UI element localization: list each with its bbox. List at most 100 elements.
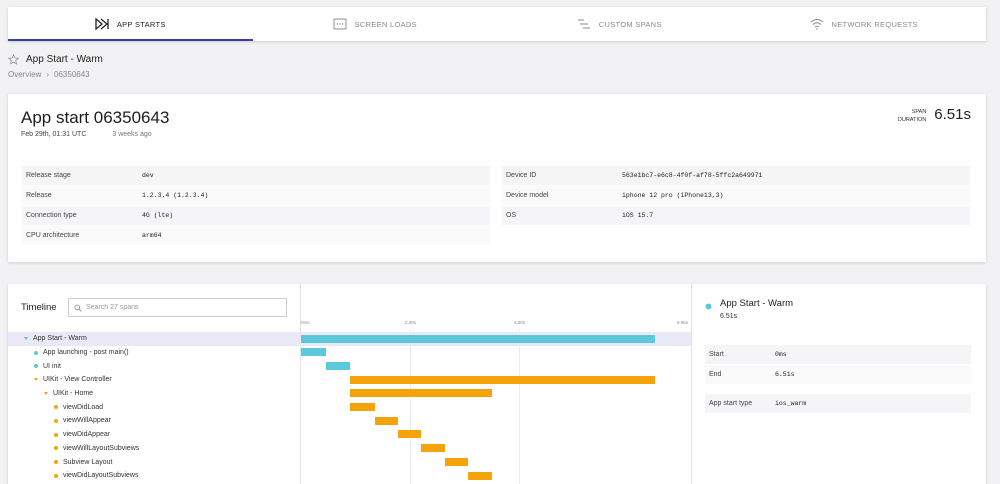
span-dot-icon [54,460,58,465]
expand-caret-icon[interactable] [44,392,48,396]
expand-caret-icon[interactable] [24,337,28,341]
detail-value: ios_warm [775,400,807,407]
span-label: App launching - post main() [43,349,129,357]
summary-card: App start 06350643 Feb 29th, 01:31 UTC 3… [8,94,986,262]
spans-icon [577,19,590,29]
attribute-key: Release [26,192,52,199]
attributes-left: Release stage dev Release 1.2.3.4 (1.2.3.4… [22,166,490,246]
attribute-row: Connection type 4G (lte) [22,206,490,226]
screen-icon [333,18,347,30]
span-label: UIKit - Home [53,390,94,398]
breadcrumb-separator: › [46,70,50,79]
attribute-row: OS iOS 15.7 [502,206,970,226]
span-bar[interactable] [397,430,422,439]
span-label: Subview Layout [63,458,113,466]
span-bar[interactable] [350,375,656,384]
span-bar[interactable] [301,348,326,357]
span-search [68,298,287,317]
attribute-value: iOS 15.7 [622,212,654,219]
timeline-title: Timeline [21,302,57,313]
attribute-key: Device ID [506,172,537,179]
tab-label: CUSTOM SPANS [598,19,662,29]
span-row[interactable]: viewDidAppear [8,428,301,442]
attribute-row: CPU architecture arm64 [22,226,490,246]
summary-title: App start 06350643 [21,108,170,127]
span-bar[interactable] [325,361,350,370]
detail-row: Start 0ms [705,345,971,365]
tab-app-starts[interactable]: APP STARTS [8,7,253,41]
span-bar[interactable] [350,403,375,411]
span-dot-icon [54,446,58,451]
span-label: viewDidLayoutSubviews [63,472,139,480]
span-bar[interactable] [468,471,492,480]
span-row[interactable]: UIKit - View Controller [8,373,301,387]
duration-value: 6.51s [934,106,971,123]
attribute-value: 1.2.3.4 (1.2.3.4) [142,192,209,199]
breadcrumb-current: 06350643 [54,70,90,79]
duration-label-2: DURATION [897,117,927,123]
span-dot-icon [54,418,58,423]
span-bar[interactable] [444,457,469,466]
span-bar[interactable] [301,334,656,343]
attribute-key: Release stage [26,172,71,179]
tab-label: APP STARTS [116,19,166,29]
tick-label: 0ms [301,320,310,325]
tab-label: NETWORK REQUESTS [831,19,918,29]
span-bar[interactable] [421,444,445,453]
span-row[interactable]: viewWillAppear [8,414,301,428]
span-dot-icon [54,405,58,410]
attribute-key: CPU architecture [26,232,80,239]
span-duration: SPAN DURATION 6.51s [898,106,971,124]
detail-key: End [709,371,722,378]
span-row[interactable]: viewDidLayoutSubviews [8,469,301,483]
expand-caret-icon[interactable] [34,378,38,382]
attribute-row: Release 1.2.3.4 (1.2.3.4) [22,186,490,206]
detail-value: 6.51s [775,371,795,378]
span-row[interactable]: App launching - post main() [8,346,301,360]
tick-label: 6.95s [677,320,689,325]
attribute-row: Release stage dev [22,166,490,186]
attribute-row: Device model iphone 12 pro (iPhone13,3) [502,186,970,206]
span-bar[interactable] [350,389,492,398]
detail-attributes: App start type ios_warm [705,394,971,414]
span-row[interactable]: viewDidLoad [8,400,301,414]
page-title: App Start - Warm [26,54,103,65]
span-row[interactable]: UI init [8,359,301,373]
duration-label-1: SPAN [911,109,927,115]
span-row[interactable]: Subview Layout [8,455,301,469]
app-start-icon [95,18,109,30]
breadcrumb-overview[interactable]: Overview [8,70,41,79]
detail-title: App Start - Warm [720,298,794,309]
timeline-card: Timeline App Start - Warm App launching -… [8,284,986,484]
span-row[interactable]: UIKit - Home [8,387,301,401]
search-input[interactable] [86,304,276,311]
breadcrumb: Overview › 06350643 [8,70,103,79]
span-color-dot [705,303,712,310]
detail-row: End 6.51s [705,365,971,385]
tab-network-requests[interactable]: NETWORK REQUESTS [742,7,987,41]
star-icon[interactable] [8,54,19,65]
span-row[interactable]: App Start - Warm [8,332,301,346]
tick-label: 4.00s [514,320,526,325]
span-waterfall: 0ms 2.00s 4.00s 6.95s [301,284,691,484]
detail-duration: 6.51s [720,313,738,320]
attribute-key: Connection type [26,212,77,219]
attribute-value: arm64 [142,232,162,239]
span-bar[interactable] [374,416,398,425]
span-label: viewWillAppear [63,417,111,425]
tab-custom-spans[interactable]: CUSTOM SPANS [497,7,742,41]
tab-screen-loads[interactable]: SCREEN LOADS [253,7,498,41]
span-dot-icon [54,432,58,437]
detail-row: App start type ios_warm [705,394,971,414]
attribute-value: iphone 12 pro (iPhone13,3) [622,192,724,199]
page-header: App Start - Warm Overview › 06350643 [8,54,103,79]
span-label: UI init [43,362,61,370]
attribute-row: Device ID 563e1bc7-e6c8-4f0f-af78-5ffc2a6… [502,166,970,186]
attributes-right: Device ID 563e1bc7-e6c8-4f0f-af78-5ffc2a6… [502,166,970,226]
detail-key: App start type [709,400,753,407]
detail-timing: Start 0ms End 6.51s [705,345,971,385]
attribute-value: dev [142,172,154,179]
span-row[interactable]: viewWillLayoutSubviews [8,442,301,456]
span-label: viewWillLayoutSubviews [63,444,140,452]
span-label: UIKit - View Controller [43,376,112,384]
